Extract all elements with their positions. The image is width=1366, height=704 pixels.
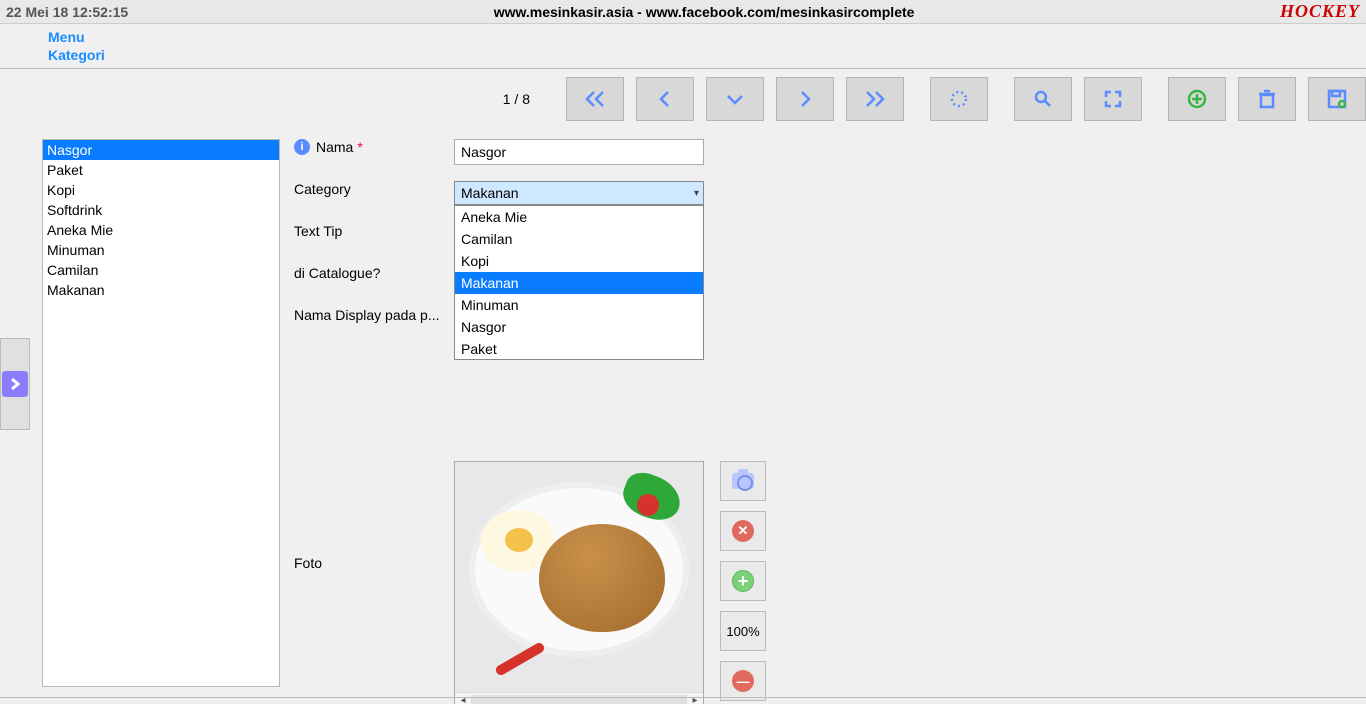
- photo-image: [455, 462, 703, 692]
- search-button[interactable]: [1014, 77, 1072, 121]
- tab-kategori[interactable]: Kategori: [48, 46, 1318, 64]
- tab-menu[interactable]: Menu: [48, 28, 1318, 46]
- search-icon: [1033, 89, 1053, 109]
- chevron-right-icon: [796, 90, 814, 108]
- chevron-left-icon: [656, 90, 674, 108]
- displayname-label: Nama Display pada p...: [294, 307, 440, 323]
- photo-zoom-value[interactable]: 100%: [720, 611, 766, 651]
- expand-icon: [1103, 89, 1123, 109]
- list-item[interactable]: Makanan: [43, 280, 279, 300]
- refresh-button[interactable]: [930, 77, 988, 121]
- category-select[interactable]: Makanan ▾: [454, 181, 704, 205]
- logo: HOCKEY: [1280, 1, 1360, 22]
- next-button[interactable]: [776, 77, 834, 121]
- dropdown-option[interactable]: Nasgor: [455, 316, 703, 338]
- chevrons-right-icon: [864, 90, 886, 108]
- photo-camera-button[interactable]: [720, 461, 766, 501]
- photo-remove-button[interactable]: —: [720, 661, 766, 701]
- dropdown-option[interactable]: Makanan: [455, 272, 703, 294]
- foto-label: Foto: [294, 461, 454, 704]
- list-item[interactable]: Minuman: [43, 240, 279, 260]
- photo-delete-button[interactable]: ✕: [720, 511, 766, 551]
- chevron-down-icon: [726, 90, 744, 108]
- loading-icon: [949, 89, 969, 109]
- photo-scrollbar[interactable]: ◂▸: [455, 692, 703, 704]
- name-label: Nama: [316, 139, 353, 155]
- dropdown-option[interactable]: Kopi: [455, 250, 703, 272]
- add-button[interactable]: [1168, 77, 1226, 121]
- camera-icon: [732, 473, 754, 489]
- x-circle-icon: ✕: [732, 520, 754, 542]
- list-item[interactable]: Camilan: [43, 260, 279, 280]
- plus-circle-icon: [1187, 89, 1207, 109]
- dropdown-option[interactable]: Paket: [455, 338, 703, 360]
- timestamp: 22 Mei 18 12:52:15: [6, 4, 128, 20]
- trash-icon: [1258, 89, 1276, 109]
- minus-circle-icon: —: [732, 670, 754, 692]
- required-indicator: *: [357, 139, 362, 155]
- save-button[interactable]: [1308, 77, 1366, 121]
- dropdown-option[interactable]: Minuman: [455, 294, 703, 316]
- name-input[interactable]: [454, 139, 704, 165]
- first-button[interactable]: [566, 77, 624, 121]
- page-title: www.mesinkasir.asia - www.facebook.com/m…: [128, 4, 1280, 20]
- expand-panel-button[interactable]: [0, 338, 30, 430]
- item-listbox[interactable]: NasgorPaketKopiSoftdrinkAneka MieMinuman…: [42, 139, 280, 687]
- prev-button[interactable]: [636, 77, 694, 121]
- photo-add-button[interactable]: +: [720, 561, 766, 601]
- list-item[interactable]: Nasgor: [43, 140, 279, 160]
- save-icon: [1327, 89, 1347, 109]
- category-dropdown[interactable]: Aneka MieCamilanKopiMakananMinumanNasgor…: [454, 205, 704, 360]
- category-value: Makanan: [461, 185, 519, 201]
- down-button[interactable]: [706, 77, 764, 121]
- info-icon: i: [294, 139, 310, 155]
- chevron-right-icon: [2, 371, 28, 397]
- list-item[interactable]: Paket: [43, 160, 279, 180]
- photo-preview: ◂▸: [454, 461, 704, 704]
- list-item[interactable]: Kopi: [43, 180, 279, 200]
- dropdown-option[interactable]: Camilan: [455, 228, 703, 250]
- plus-circle-icon: +: [732, 570, 754, 592]
- texttip-label: Text Tip: [294, 223, 342, 239]
- caret-down-icon: ▾: [694, 188, 699, 199]
- category-label: Category: [294, 181, 351, 197]
- delete-button[interactable]: [1238, 77, 1296, 121]
- chevrons-left-icon: [584, 90, 606, 108]
- fullscreen-button[interactable]: [1084, 77, 1142, 121]
- dropdown-option[interactable]: Aneka Mie: [455, 206, 703, 228]
- list-item[interactable]: Softdrink: [43, 200, 279, 220]
- last-button[interactable]: [846, 77, 904, 121]
- catalogue-label: di Catalogue?: [294, 265, 380, 281]
- pager-text: 1 / 8: [294, 91, 554, 107]
- list-item[interactable]: Aneka Mie: [43, 220, 279, 240]
